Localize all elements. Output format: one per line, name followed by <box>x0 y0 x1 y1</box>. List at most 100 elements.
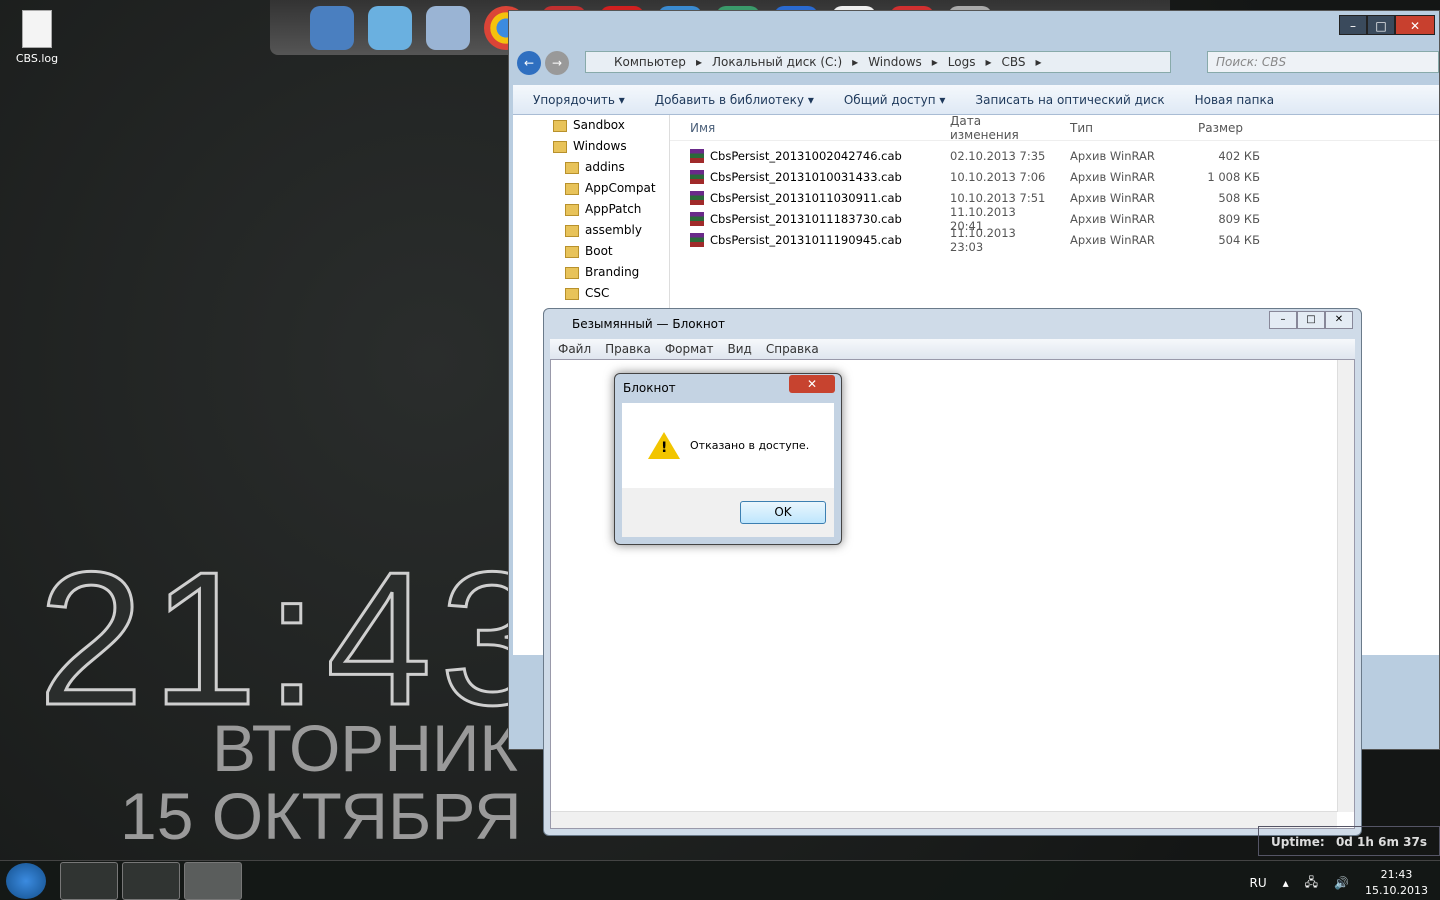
tray-date: 15.10.2013 <box>1365 884 1428 897</box>
folder-icon[interactable] <box>426 6 470 50</box>
tree-item[interactable]: Boot <box>513 241 669 262</box>
uptime-label: Uptime: <box>1271 835 1325 849</box>
forward-button[interactable]: → <box>545 51 569 75</box>
icon-label: CBS.log <box>15 52 59 65</box>
file-name: CbsPersist_20131011190945.cab <box>710 232 902 247</box>
menu-view[interactable]: Вид <box>728 342 752 356</box>
address-bar[interactable]: Компьютер ▸ Локальный диск (C:) ▸ Windows ▸… <box>585 51 1171 73</box>
vertical-scrollbar[interactable] <box>1337 360 1354 812</box>
volume-icon[interactable]: 🔊 <box>1334 876 1349 890</box>
organize-button[interactable]: Упорядочить ▾ <box>533 93 625 107</box>
menu-file[interactable]: Файл <box>558 342 591 356</box>
file-name: CbsPersist_20131010031433.cab <box>710 169 902 184</box>
file-row[interactable]: CbsPersist_20131010031433.cab 10.10.2013 … <box>670 166 1439 187</box>
tree-item[interactable]: Sandbox <box>513 115 669 136</box>
warning-icon: ! <box>648 432 680 459</box>
folder-icon <box>553 140 567 153</box>
tree-item[interactable]: CSC <box>513 283 669 304</box>
file-size: 508 КБ <box>1218 190 1260 205</box>
menu-format[interactable]: Формат <box>665 342 714 356</box>
column-name[interactable]: Имя <box>670 121 930 135</box>
add-to-library-button[interactable]: Добавить в библиотеку ▾ <box>655 93 814 107</box>
breadcrumb-item[interactable]: Локальный диск (C:) <box>712 55 842 69</box>
uptime-widget: Uptime: 0d 1h 6m 37s <box>1258 826 1440 856</box>
tree-item[interactable]: AppPatch <box>513 199 669 220</box>
burn-button[interactable]: Записать на оптический диск <box>975 93 1164 107</box>
folder-icon <box>565 224 579 237</box>
winrar-icon <box>690 232 704 247</box>
language-indicator[interactable]: RU <box>1250 876 1267 890</box>
breadcrumb-item[interactable]: Logs <box>948 55 976 69</box>
file-icon <box>22 10 52 48</box>
start-button[interactable] <box>6 863 46 899</box>
close-button[interactable]: ✕ <box>789 375 835 393</box>
tree-item[interactable]: Windows <box>513 136 669 157</box>
column-size[interactable]: Размер <box>1170 121 1260 135</box>
tree-label: Windows <box>573 139 627 153</box>
file-row[interactable]: CbsPersist_20131002042746.cab 02.10.2013 … <box>670 145 1439 166</box>
back-button[interactable]: ← <box>517 51 541 75</box>
tree-item[interactable]: addins <box>513 157 669 178</box>
file-row[interactable]: CbsPersist_20131011183730.cab 11.10.2013 … <box>670 205 1439 233</box>
column-type[interactable]: Тип <box>1050 121 1170 135</box>
dialog-message: Отказано в доступе. <box>690 439 810 452</box>
folder-icon <box>565 287 579 300</box>
show-hidden-icons[interactable]: ▴ <box>1283 876 1289 890</box>
breadcrumb-item[interactable]: CBS <box>1002 55 1026 69</box>
column-date[interactable]: Дата изменения <box>930 114 1050 142</box>
breadcrumb-item[interactable]: Windows <box>868 55 922 69</box>
winrar-icon <box>690 190 704 205</box>
network-icon[interactable]: 🖧 <box>1305 873 1318 894</box>
breadcrumb-item[interactable]: Компьютер <box>614 55 686 69</box>
tree-label: Branding <box>585 265 640 279</box>
tray-time: 21:43 <box>1380 868 1413 881</box>
taskbar-notepad[interactable] <box>184 862 242 900</box>
error-dialog: Блокнот ✕ ! Отказано в доступе. OK <box>614 373 842 545</box>
file-date: 02.10.2013 7:35 <box>950 148 1046 163</box>
tree-item[interactable]: Branding <box>513 262 669 283</box>
tree-item[interactable]: assembly <box>513 220 669 241</box>
computer-icon[interactable] <box>310 6 354 50</box>
file-size: 809 КБ <box>1218 211 1260 226</box>
file-row[interactable]: CbsPersist_20131011030911.cab 10.10.2013 … <box>670 187 1439 208</box>
desktop-icon-cbs-log[interactable]: CBS.log <box>8 10 66 65</box>
control-panel-icon[interactable] <box>368 6 412 50</box>
file-row[interactable]: CbsPersist_20131011190945.cab 11.10.2013 … <box>670 226 1439 254</box>
file-size: 1 008 КБ <box>1207 169 1260 184</box>
tree-label: Boot <box>585 244 613 258</box>
file-size: 504 КБ <box>1218 232 1260 247</box>
file-size: 402 КБ <box>1218 148 1260 163</box>
horizontal-scrollbar[interactable] <box>551 811 1337 828</box>
share-button[interactable]: Общий доступ ▾ <box>844 93 946 107</box>
ok-button[interactable]: OK <box>740 501 826 524</box>
taskbar-chrome[interactable] <box>60 862 118 900</box>
winrar-icon <box>690 169 704 184</box>
tree-label: Sandbox <box>573 118 625 132</box>
file-name: CbsPersist_20131011030911.cab <box>710 190 902 205</box>
new-folder-button[interactable]: Новая папка <box>1195 93 1274 107</box>
close-button[interactable]: ✕ <box>1325 311 1353 329</box>
tray-clock[interactable]: 21:43 15.10.2013 <box>1365 867 1428 899</box>
desktop-weekday: ВТОРНИК <box>212 711 518 785</box>
file-date: 10.10.2013 7:06 <box>950 169 1046 184</box>
menu-edit[interactable]: Правка <box>605 342 651 356</box>
taskbar-explorer[interactable] <box>122 862 180 900</box>
maximize-button[interactable]: □ <box>1297 311 1325 329</box>
desktop-date: 15 ОКТЯБРЯ <box>120 779 522 853</box>
menu-help[interactable]: Справка <box>766 342 819 356</box>
close-button[interactable]: ✕ <box>1395 15 1435 35</box>
minimize-button[interactable]: – <box>1339 15 1367 35</box>
folder-icon <box>565 245 579 258</box>
tree-item[interactable]: AppCompat <box>513 178 669 199</box>
file-type: Архив WinRAR <box>1070 148 1155 163</box>
maximize-button[interactable]: □ <box>1367 15 1395 35</box>
folder-icon <box>565 266 579 279</box>
file-date: 11.10.2013 23:03 <box>950 225 1016 254</box>
file-name: CbsPersist_20131002042746.cab <box>710 148 902 163</box>
tree-label: CSC <box>585 286 610 300</box>
search-input[interactable]: Поиск: CBS <box>1207 51 1439 73</box>
winrar-icon <box>690 148 704 163</box>
taskbar: RU ▴ 🖧 🔊 21:43 15.10.2013 <box>0 860 1440 900</box>
menu-bar: Файл Правка Формат Вид Справка <box>550 339 1355 359</box>
minimize-button[interactable]: – <box>1269 311 1297 329</box>
